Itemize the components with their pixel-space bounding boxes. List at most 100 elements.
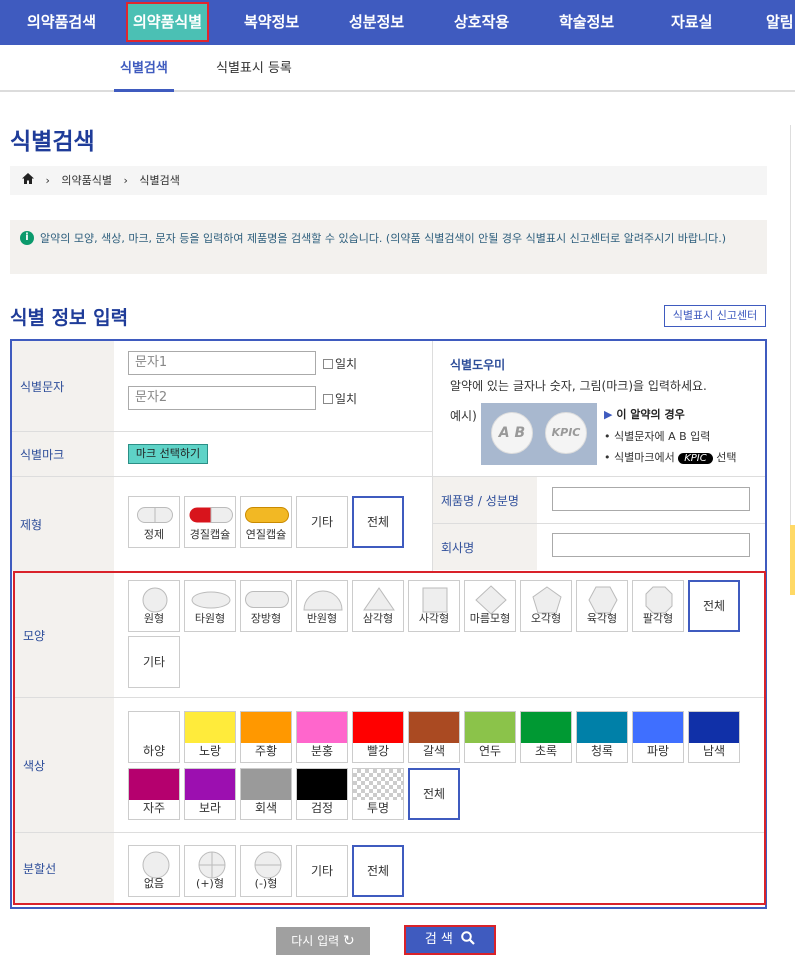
color-option-label: 분홍 xyxy=(310,744,334,758)
product-name-input[interactable] xyxy=(552,487,750,511)
color-option[interactable]: 파랑 xyxy=(632,711,684,763)
reset-button[interactable]: 다시 입력 ↻ xyxy=(276,927,370,955)
color-option[interactable]: 분홍 xyxy=(296,711,348,763)
color-option[interactable]: 투명 xyxy=(352,768,404,820)
shape-option-oval[interactable]: 타원형 xyxy=(184,580,236,632)
color-swatch xyxy=(465,712,515,743)
subnav-identification-search[interactable]: 식별검색 xyxy=(114,45,174,92)
home-icon[interactable] xyxy=(22,166,34,195)
color-option[interactable]: 주황 xyxy=(240,711,292,763)
color-option-all[interactable]: 전체 xyxy=(408,768,460,820)
shape-option-octagon[interactable]: 팔각형 xyxy=(632,580,684,632)
nav-interaction[interactable]: 상호작용 xyxy=(454,0,509,45)
helper-case-line: • 식별마크에서 KPIC 선택 xyxy=(604,451,737,464)
shape-option-triangle[interactable]: 삼각형 xyxy=(352,580,404,632)
shape-option-oblong[interactable]: 장방형 xyxy=(240,580,292,632)
breadcrumb: › 의약품식별 › 식별검색 xyxy=(10,166,767,195)
search-button[interactable]: 검 색 xyxy=(404,925,496,955)
color-option[interactable]: 노랑 xyxy=(184,711,236,763)
checkbox-icon[interactable] xyxy=(323,359,333,369)
divider xyxy=(15,832,764,833)
color-option-label: 연두 xyxy=(478,744,502,758)
text1-exact-checkbox[interactable]: 일치 xyxy=(323,355,357,372)
checkbox-icon[interactable] xyxy=(323,394,333,404)
line-option-other[interactable]: 기타 xyxy=(296,845,348,897)
color-option[interactable]: 청록 xyxy=(576,711,628,763)
line-option-all[interactable]: 전체 xyxy=(352,845,404,897)
color-option[interactable]: 회색 xyxy=(240,768,292,820)
mark-label: 식별마크 xyxy=(12,432,114,476)
info-icon: i xyxy=(20,231,34,245)
shape-option-square[interactable]: 사각형 xyxy=(408,580,460,632)
report-center-button[interactable]: 식별표시 신고센터 xyxy=(664,305,766,327)
divider xyxy=(15,697,764,698)
subnav-register-marking[interactable]: 식별표시 등록 xyxy=(216,45,292,92)
nav-academic-info[interactable]: 학술정보 xyxy=(559,0,614,45)
form-type-label: 제형 xyxy=(12,477,114,571)
shape-option-pentagon[interactable]: 오각형 xyxy=(520,580,572,632)
color-swatch xyxy=(185,769,235,800)
notice-box: i 알약의 모양, 색상, 마크, 문자 등을 입력하여 제품명을 검색할 수 … xyxy=(10,220,767,274)
color-option[interactable]: 초록 xyxy=(520,711,572,763)
shape-option-all[interactable]: 전체 xyxy=(688,580,740,632)
notice-text: 알약의 모양, 색상, 마크, 문자 등을 입력하여 제품명을 검색할 수 있습… xyxy=(40,232,727,245)
line-option-minus[interactable]: (-)형 xyxy=(240,845,292,897)
text2-exact-checkbox[interactable]: 일치 xyxy=(323,390,357,407)
color-option-label: 빨강 xyxy=(366,744,390,758)
color-option[interactable]: 자주 xyxy=(128,768,180,820)
color-option-label: 회색 xyxy=(254,801,278,815)
nav-drug-identification[interactable]: 의약품식별 xyxy=(126,2,210,42)
mark-select-button[interactable]: 마크 선택하기 xyxy=(128,444,208,464)
shape-option-hexagon[interactable]: 육각형 xyxy=(576,580,628,632)
shape-option-other[interactable]: 기타 xyxy=(128,636,180,688)
form-option-soft-capsule[interactable]: 연질캡슐 xyxy=(240,496,292,548)
nav-ingredient-info[interactable]: 성분정보 xyxy=(349,0,404,45)
form-option-all[interactable]: 전체 xyxy=(352,496,404,548)
search-icon xyxy=(461,931,475,947)
top-navigation: 의약품검색 의약품식별 복약정보 성분정보 상호작용 학술정보 자료실 알림 xyxy=(0,0,795,45)
color-option[interactable]: 검정 xyxy=(296,768,348,820)
form-option-other[interactable]: 기타 xyxy=(296,496,348,548)
text1-input[interactable]: 문자1 xyxy=(128,351,316,375)
color-swatch xyxy=(521,712,571,743)
color-swatch xyxy=(241,712,291,743)
color-option[interactable]: 갈색 xyxy=(408,711,460,763)
color-option[interactable]: 보라 xyxy=(184,768,236,820)
shape-label: 모양 xyxy=(15,573,114,697)
helper-case-title: ▶ 이 알약의 경우 xyxy=(604,408,685,421)
right-sidebar-tab[interactable] xyxy=(790,525,795,595)
color-option[interactable]: 하양 xyxy=(128,711,180,763)
color-swatch xyxy=(353,769,403,800)
color-option[interactable]: 연두 xyxy=(464,711,516,763)
company-name-input[interactable] xyxy=(552,533,750,557)
nav-drug-search[interactable]: 의약품검색 xyxy=(27,0,96,45)
nav-library[interactable]: 자료실 xyxy=(671,0,712,45)
right-sidebar-edge xyxy=(790,125,795,565)
color-swatch xyxy=(129,769,179,800)
nav-notice[interactable]: 알림 xyxy=(766,0,794,45)
breadcrumb-item[interactable]: 의약품식별 xyxy=(61,166,112,195)
shape-option-round[interactable]: 원형 xyxy=(128,580,180,632)
color-option-label: 하양 xyxy=(142,744,166,758)
color-swatch xyxy=(241,769,291,800)
example-pill-ab: A B xyxy=(491,412,533,454)
shape-option-semicircle[interactable]: 반원형 xyxy=(296,580,348,632)
color-option-label: 주황 xyxy=(254,744,278,758)
helper-case-line: • 식별문자에 A B 입력 xyxy=(604,430,711,443)
color-swatch xyxy=(577,712,627,743)
color-option[interactable]: 남색 xyxy=(688,711,740,763)
line-option-none[interactable]: 없음 xyxy=(128,845,180,897)
color-option-label: 초록 xyxy=(534,744,558,758)
shape-option-rhombus[interactable]: 마름모형 xyxy=(464,580,516,632)
chevron-right-icon: › xyxy=(45,174,50,187)
form-option-hard-capsule[interactable]: 경질캡슐 xyxy=(184,496,236,548)
company-name-label: 회사명 xyxy=(433,524,537,570)
color-option[interactable]: 빨강 xyxy=(352,711,404,763)
triangle-right-icon: ▶ xyxy=(604,408,613,421)
text2-input[interactable]: 문자2 xyxy=(128,386,316,410)
nav-medication-info[interactable]: 복약정보 xyxy=(244,0,299,45)
chevron-right-icon: › xyxy=(123,174,128,187)
line-option-plus[interactable]: (+)형 xyxy=(184,845,236,897)
color-label: 색상 xyxy=(15,698,114,832)
form-option-tablet[interactable]: 정제 xyxy=(128,496,180,548)
